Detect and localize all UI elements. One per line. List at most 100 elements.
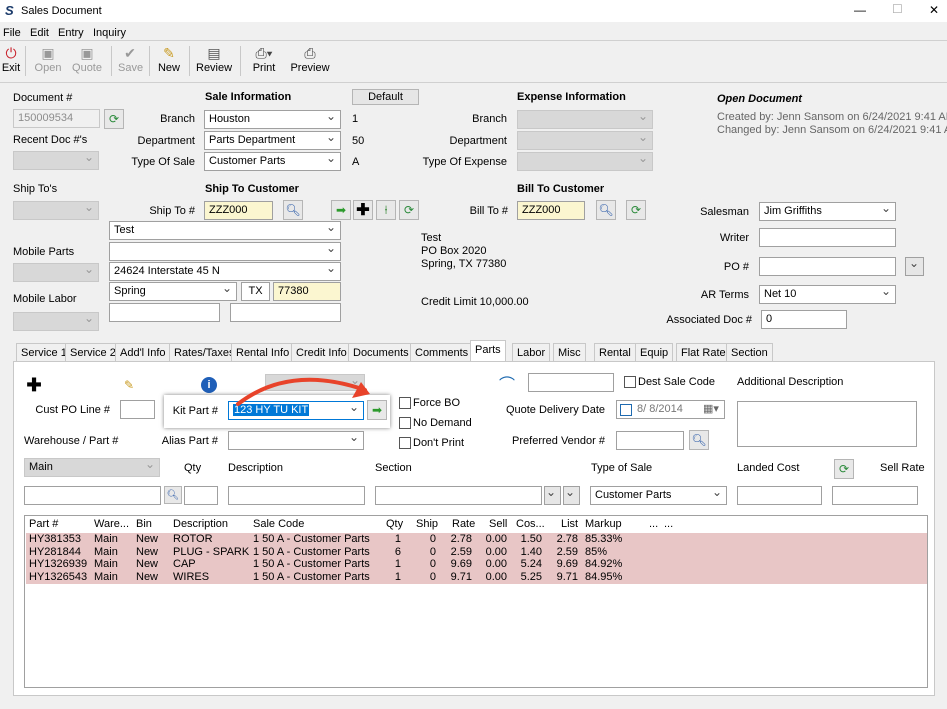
ship-to-go-button[interactable]: ➡ xyxy=(331,200,351,220)
col-header-extra-2[interactable]: ... xyxy=(664,518,673,530)
new-button[interactable]: ✎ New xyxy=(156,44,182,78)
ship-to-add-button[interactable]: ✚ xyxy=(353,200,373,220)
recent-docs-select[interactable] xyxy=(13,151,99,170)
col-header-ship[interactable]: Ship xyxy=(416,518,438,530)
dolphin-button[interactable]: ⌒ xyxy=(495,373,519,394)
quote-button[interactable]: ▣ Quote xyxy=(70,44,104,78)
ship-to-zip-field[interactable]: 77380 xyxy=(273,282,341,301)
col-header-extra-1[interactable]: ... xyxy=(649,518,658,530)
part-number-field[interactable] xyxy=(24,486,161,505)
info-button[interactable]: i xyxy=(199,375,219,395)
menu-entry[interactable]: Entry xyxy=(58,27,84,39)
clear-part-button[interactable]: ✎ xyxy=(119,375,139,395)
tab-rates-taxes[interactable]: Rates/Taxes xyxy=(169,343,240,361)
type-of-expense-select[interactable] xyxy=(517,152,653,171)
writer-field[interactable] xyxy=(759,228,896,247)
ship-to-field[interactable]: ZZZ000 xyxy=(204,201,273,220)
print-button[interactable]: ⎙▾ Print xyxy=(250,44,278,78)
type-of-sale-select[interactable]: Customer Parts xyxy=(204,152,341,171)
col-header-description[interactable]: Description xyxy=(173,518,228,530)
default-button[interactable]: Default xyxy=(352,89,419,105)
ship-to-city-select[interactable]: Spring xyxy=(109,282,237,301)
preferred-vendor-search-button[interactable]: 🔍︎ xyxy=(689,430,709,450)
maximize-button[interactable]: ☐ xyxy=(892,2,903,16)
dest-sale-code-checkbox[interactable] xyxy=(624,376,636,388)
col-header-cost[interactable]: Cos... xyxy=(516,518,545,530)
quote-date-checkbox[interactable] xyxy=(620,404,632,416)
type-of-sale-parts-select[interactable]: Customer Parts xyxy=(590,486,727,505)
col-header-warehouse[interactable]: Ware... xyxy=(94,518,129,530)
po-dropdown-button[interactable] xyxy=(905,257,924,276)
tab-addl-info[interactable]: Add'l Info xyxy=(115,343,171,361)
tab-flat-rate[interactable]: Flat Rate xyxy=(676,343,731,361)
description-field[interactable] xyxy=(228,486,365,505)
tab-rental-info[interactable]: Rental Info xyxy=(231,343,295,361)
tab-documents[interactable]: Documents xyxy=(348,343,414,361)
qty-field[interactable] xyxy=(184,486,218,505)
tab-service-1[interactable]: Service 1 xyxy=(16,343,72,361)
ship-tos-select[interactable] xyxy=(13,201,99,220)
po-field[interactable] xyxy=(759,257,896,276)
dest-sale-code-field[interactable] xyxy=(528,373,614,392)
tab-service-2[interactable]: Service 2 xyxy=(65,343,121,361)
warehouse-select[interactable]: Main xyxy=(24,458,160,477)
exit-button[interactable]: ⏻ Exit xyxy=(1,44,21,78)
document-number-field[interactable]: 150009534 xyxy=(13,109,100,128)
mobile-parts-select[interactable] xyxy=(13,263,99,282)
associated-doc-field[interactable]: 0 xyxy=(761,310,847,329)
no-demand-checkbox[interactable] xyxy=(399,417,411,429)
department-select[interactable]: Parts Department xyxy=(204,131,341,150)
menu-inquiry[interactable]: Inquiry xyxy=(93,27,126,39)
col-header-list[interactable]: List xyxy=(561,518,578,530)
section-field[interactable] xyxy=(375,486,542,505)
menu-file[interactable]: File xyxy=(3,27,21,39)
refresh-document-button[interactable]: ⟳ xyxy=(104,109,124,129)
sell-rate-field[interactable] xyxy=(832,486,918,505)
col-header-part[interactable]: Part # xyxy=(29,518,58,530)
table-row[interactable]: HY1326939 Main New CAP 1 50 A - Customer Par… xyxy=(26,558,927,571)
preferred-vendor-field[interactable] xyxy=(616,431,684,450)
tab-labor[interactable]: Labor xyxy=(512,343,551,361)
minimize-button[interactable]: — xyxy=(854,3,866,17)
expense-branch-select[interactable] xyxy=(517,110,653,129)
table-row[interactable]: HY281844 Main New PLUG - SPARK 1 50 A - Cust… xyxy=(26,545,927,559)
col-header-markup[interactable]: Markup xyxy=(585,518,622,530)
cust-po-line-field[interactable] xyxy=(120,400,155,419)
open-button[interactable]: ▣ Open xyxy=(33,44,63,78)
ar-terms-select[interactable]: Net 10 xyxy=(759,285,896,304)
tab-equip[interactable]: Equip xyxy=(635,343,674,361)
section-dropdown-button[interactable] xyxy=(544,486,561,505)
close-button[interactable]: ✕ xyxy=(929,3,939,17)
ship-to-extra2-field[interactable] xyxy=(230,303,341,322)
bill-to-refresh-button[interactable]: ⟳ xyxy=(626,200,646,220)
ship-to-address3-select[interactable]: 24624 Interstate 45 N xyxy=(109,262,341,281)
ship-to-address2-select[interactable] xyxy=(109,242,341,261)
col-header-qty[interactable]: Qty xyxy=(386,518,403,530)
landed-cost-field[interactable] xyxy=(737,486,822,505)
tab-section[interactable]: Section xyxy=(726,343,773,361)
expense-department-select[interactable] xyxy=(517,131,653,150)
dont-print-checkbox[interactable] xyxy=(399,437,411,449)
part-search-button[interactable]: 🔍︎ xyxy=(164,486,182,504)
ship-to-pin-button[interactable]: ⍿ xyxy=(376,200,396,220)
force-bo-checkbox[interactable] xyxy=(399,397,411,409)
tab-misc[interactable]: Misc xyxy=(553,343,586,361)
menu-edit[interactable]: Edit xyxy=(30,27,49,39)
ship-to-refresh-button[interactable]: ⟳ xyxy=(399,200,419,220)
bill-to-search-button[interactable]: 🔍︎ xyxy=(596,200,616,220)
review-button[interactable]: ▤ Review xyxy=(196,44,232,78)
mobile-labor-select[interactable] xyxy=(13,312,99,331)
ship-to-state-field[interactable]: TX xyxy=(241,282,270,301)
col-header-bin[interactable]: Bin xyxy=(136,518,152,530)
additional-description-field[interactable] xyxy=(737,401,917,447)
col-header-sell[interactable]: Sell xyxy=(489,518,507,530)
tab-rental[interactable]: Rental xyxy=(594,343,636,361)
ship-to-search-button[interactable]: 🔍︎ xyxy=(283,200,303,220)
table-row[interactable]: HY1326543 Main New WIRES 1 50 A - Customer P… xyxy=(26,570,927,584)
refresh-cost-button[interactable]: ⟳ xyxy=(834,459,854,479)
col-header-rate[interactable]: Rate xyxy=(452,518,475,530)
add-part-button[interactable]: ✚ xyxy=(24,375,44,395)
tab-credit-info[interactable]: Credit Info xyxy=(291,343,352,361)
ship-to-extra1-field[interactable] xyxy=(109,303,220,322)
section-dropdown-button-2[interactable] xyxy=(563,486,580,505)
